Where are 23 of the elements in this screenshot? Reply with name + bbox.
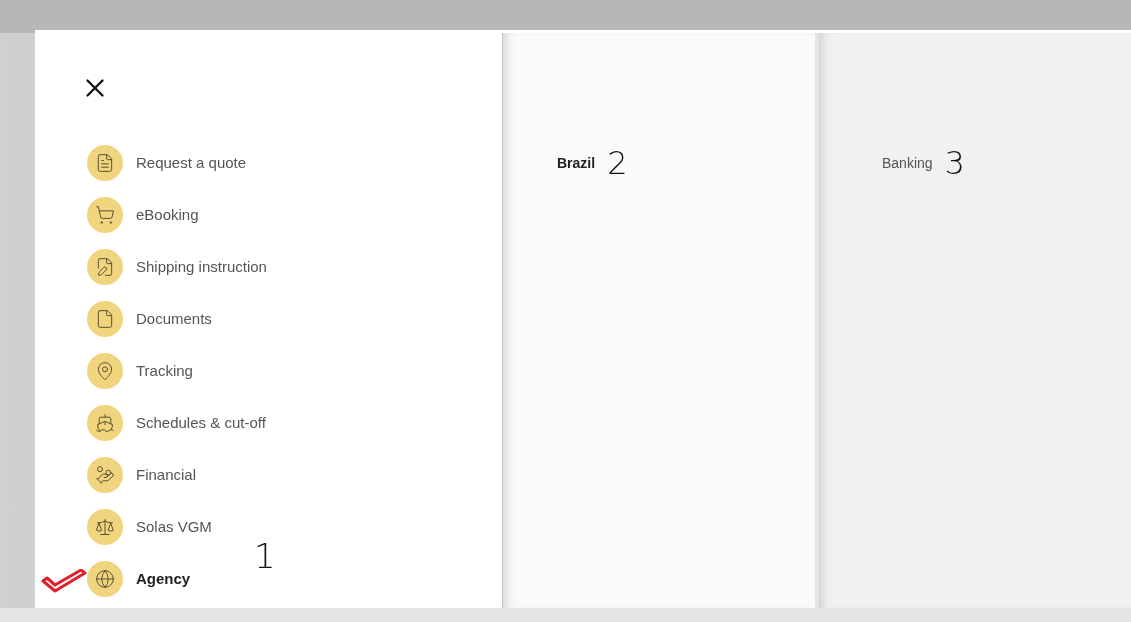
menu-item[interactable]: Agency <box>87 561 191 597</box>
list-item[interactable]: Brazil <box>557 152 596 174</box>
menu-item[interactable]: Tracking <box>87 353 193 389</box>
globe-icon <box>87 561 123 597</box>
hand-coin-icon <box>87 457 123 493</box>
location-pin-icon <box>87 353 123 389</box>
menu-item[interactable]: Shipping instruction <box>87 249 267 285</box>
menu-item[interactable]: Financial <box>87 457 197 493</box>
document-icon <box>87 301 123 337</box>
menu-item[interactable]: Schedules & cut-off <box>87 405 266 441</box>
annotation-number: 1 <box>254 539 276 573</box>
ship-icon <box>87 405 123 441</box>
receipt-icon <box>87 145 123 181</box>
scale-icon <box>87 509 123 545</box>
menu-item[interactable]: Request a quote <box>87 145 247 181</box>
signed-document-icon <box>87 249 123 285</box>
menu-item[interactable]: Solas VGM <box>87 509 212 545</box>
list-item[interactable]: Banking <box>882 152 933 174</box>
menu-item[interactable]: Documents <box>87 301 212 337</box>
annotation-number: 3 <box>944 147 965 179</box>
annotation-number: 2 <box>607 147 628 179</box>
menu-item[interactable]: eBooking <box>87 197 199 233</box>
cart-icon <box>87 197 123 233</box>
